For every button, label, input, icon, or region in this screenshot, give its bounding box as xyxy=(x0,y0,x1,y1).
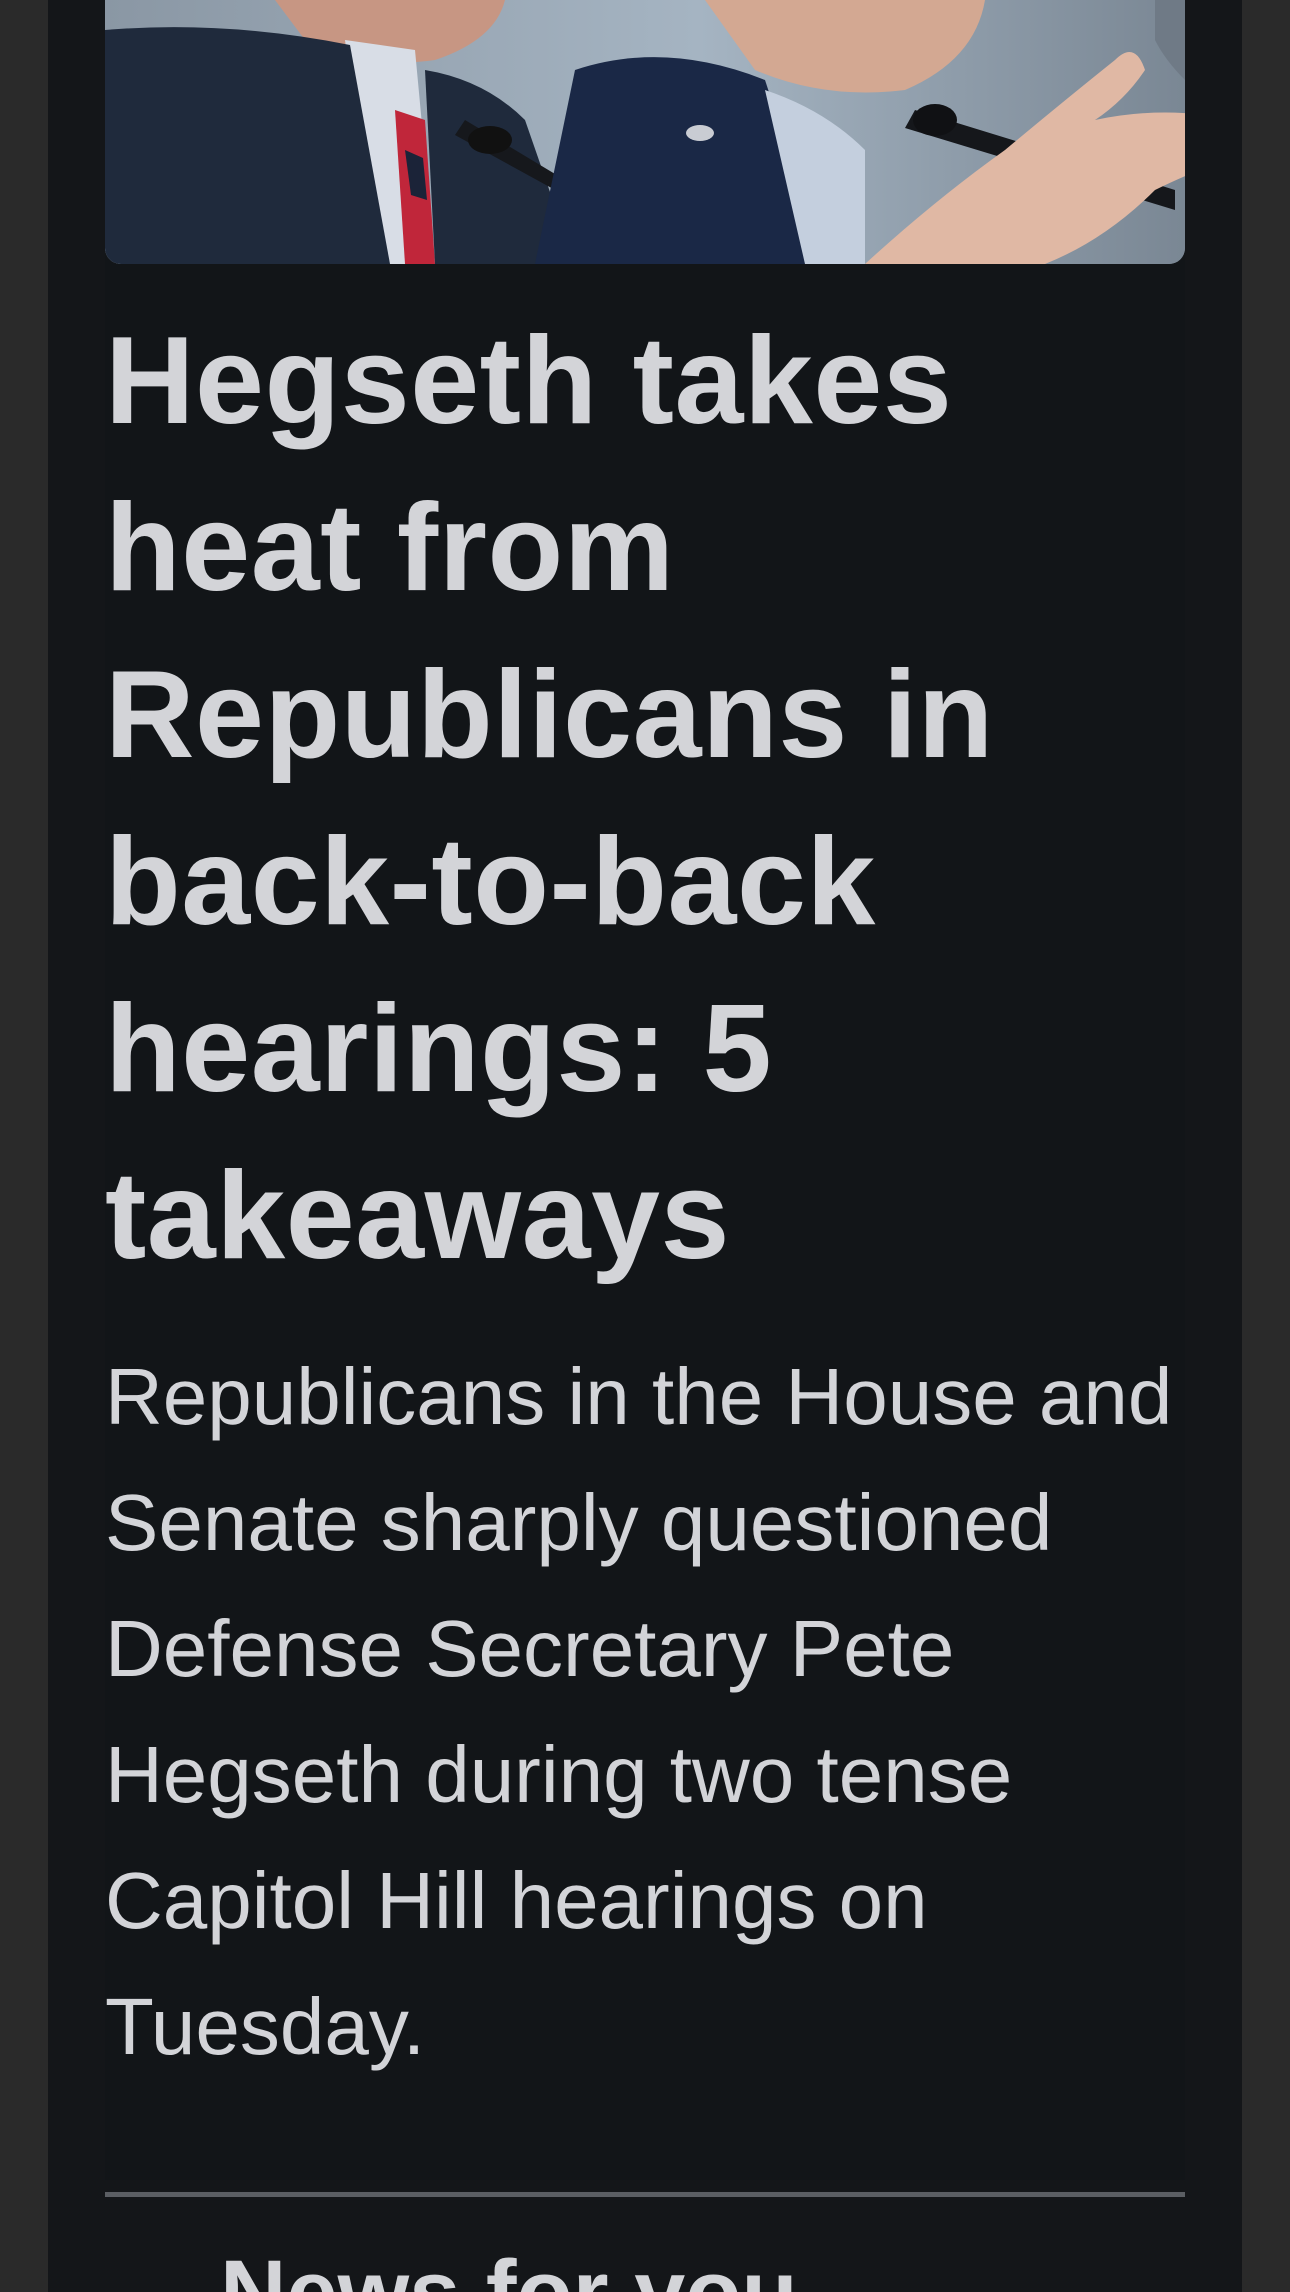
page: Hegseth takes heat from Republicans in b… xyxy=(0,0,1290,2292)
section-divider xyxy=(105,2192,1185,2197)
section-title: News for you xyxy=(220,2238,798,2292)
article-image[interactable] xyxy=(105,0,1185,264)
hearing-photo xyxy=(105,0,1185,264)
article-headline[interactable]: Hegseth takes heat from Republicans in b… xyxy=(105,298,1185,1300)
article-summary: Republicans in the House and Senate shar… xyxy=(105,1352,1173,2071)
